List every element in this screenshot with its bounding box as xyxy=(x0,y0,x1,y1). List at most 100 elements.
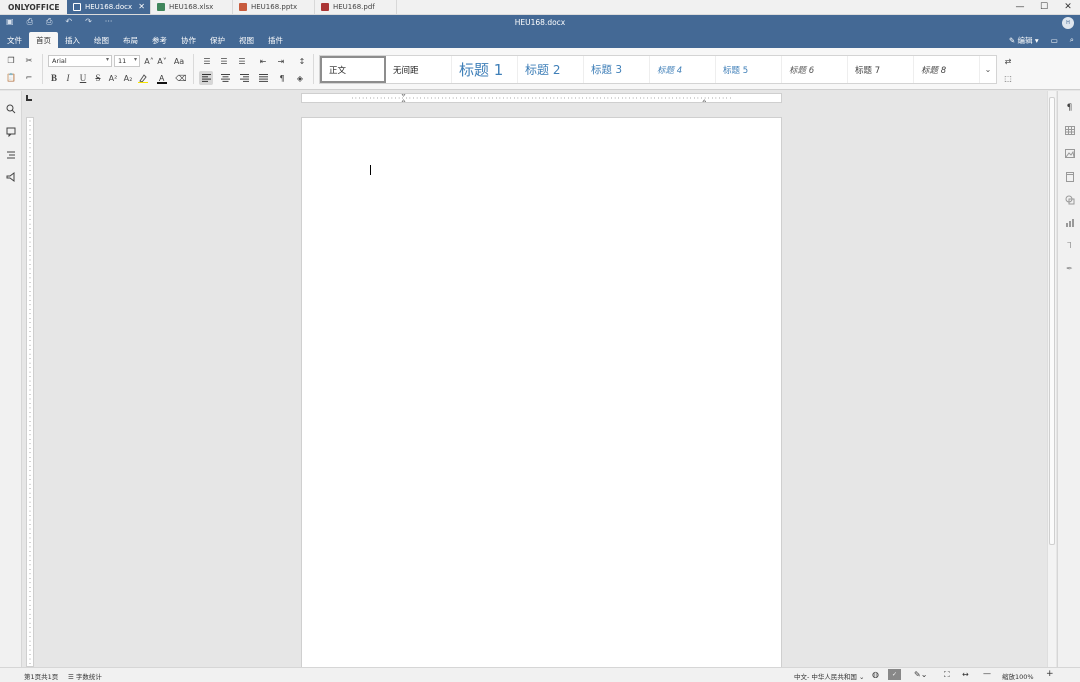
search-icon[interactable] xyxy=(5,103,17,115)
font-size-select[interactable]: 11 ▾ xyxy=(114,55,140,67)
style-heading-4[interactable]: 标题 4 xyxy=(650,56,716,83)
style-heading-8[interactable]: 标题 8 xyxy=(914,56,980,83)
bold-button[interactable]: B xyxy=(47,71,61,85)
style-heading-3[interactable]: 标题 3 xyxy=(584,56,650,83)
multilevel-list-icon[interactable]: ☰ xyxy=(235,54,249,68)
vertical-scrollbar[interactable] xyxy=(1047,91,1056,667)
select-all-icon[interactable]: ⬚ xyxy=(1001,71,1015,85)
line-spacing-icon[interactable]: ↕ xyxy=(295,54,309,68)
decrease-indent-icon[interactable]: ⇤ xyxy=(256,54,270,68)
horizontal-ruler[interactable] xyxy=(301,93,782,103)
image-settings-icon[interactable] xyxy=(1064,148,1075,159)
close-window-icon[interactable]: ✕ xyxy=(1056,2,1080,12)
comments-icon[interactable] xyxy=(5,126,17,138)
header-footer-icon[interactable] xyxy=(1064,171,1075,182)
spellcheck-icon[interactable]: ✓ xyxy=(888,669,901,680)
right-indent-marker[interactable] xyxy=(702,99,707,102)
shape-settings-icon[interactable] xyxy=(1064,194,1075,205)
copy-icon[interactable]: ❐ xyxy=(4,53,18,67)
style-heading-5[interactable]: 标题 5 xyxy=(716,56,782,83)
menu-home[interactable]: 首页 xyxy=(29,32,58,48)
chevron-down-icon[interactable]: ⌄ xyxy=(980,56,996,83)
clear-format-icon[interactable]: ⌫ xyxy=(174,71,188,85)
menu-plugins[interactable]: 插件 xyxy=(261,32,290,48)
font-color-icon[interactable]: A xyxy=(155,71,169,85)
paragraph-settings-icon[interactable]: ¶ xyxy=(1064,102,1075,113)
menu-layout[interactable]: 布局 xyxy=(116,32,145,48)
close-tab-icon[interactable]: ✕ xyxy=(138,2,145,11)
search-icon[interactable]: ⌕ xyxy=(1070,35,1074,45)
increase-indent-icon[interactable]: ⇥ xyxy=(274,54,288,68)
font-name-select[interactable]: Arial ▾ xyxy=(48,55,112,67)
strikethrough-button[interactable]: S xyxy=(91,71,105,85)
menu-draw[interactable]: 绘图 xyxy=(87,32,116,48)
superscript-button[interactable]: A² xyxy=(106,71,120,85)
signature-icon[interactable]: ✒ xyxy=(1064,263,1075,274)
globe-icon[interactable]: ◍ xyxy=(872,670,879,679)
edit-mode-button[interactable]: ✎ 编辑 ▾ xyxy=(1009,35,1039,46)
menu-insert[interactable]: 插入 xyxy=(58,32,87,48)
italic-button[interactable]: I xyxy=(61,71,75,85)
shading-icon[interactable]: ◈ xyxy=(293,71,307,85)
align-right-icon[interactable] xyxy=(237,71,251,85)
menu-collaboration[interactable]: 协作 xyxy=(174,32,203,48)
align-center-icon[interactable] xyxy=(218,71,232,85)
text-art-icon[interactable]: Ꞁ xyxy=(1064,240,1075,251)
menu-view[interactable]: 视图 xyxy=(232,32,261,48)
style-heading-6[interactable]: 标题 6 xyxy=(782,56,848,83)
tab-xlsx[interactable]: HEU168.xlsx xyxy=(151,0,233,14)
page-count[interactable]: 第1页共1页 xyxy=(24,671,58,681)
tab-label: HEU168.pptx xyxy=(251,3,298,11)
bullet-list-icon[interactable]: ☰ xyxy=(200,54,214,68)
numbered-list-icon[interactable]: ☰ xyxy=(217,54,231,68)
first-line-indent-marker[interactable] xyxy=(401,94,406,97)
tab-docx[interactable]: HEU168.docx ✕ xyxy=(67,0,151,14)
vertical-ruler[interactable] xyxy=(22,91,36,667)
highlight-color-icon[interactable] xyxy=(136,71,150,85)
zoom-out-icon[interactable]: — xyxy=(983,669,991,678)
fit-page-icon[interactable]: ⛶ xyxy=(944,670,950,680)
style-no-spacing[interactable]: 无间距 xyxy=(386,56,452,83)
tab-pptx[interactable]: HEU168.pptx xyxy=(233,0,315,14)
language-select[interactable]: 中文- 中华人民共和国 ⌄ xyxy=(794,671,864,681)
chart-settings-icon[interactable] xyxy=(1064,217,1075,228)
zoom-in-icon[interactable]: + xyxy=(1046,669,1054,679)
paste-icon[interactable]: 📋 xyxy=(4,70,18,84)
increase-font-button[interactable]: A˄ xyxy=(142,54,156,68)
tab-pdf[interactable]: HEU168.pdf xyxy=(315,0,397,14)
tab-stop-icon[interactable] xyxy=(26,95,32,101)
left-indent-marker[interactable] xyxy=(401,99,406,102)
style-heading-2[interactable]: 标题 2 xyxy=(518,56,584,83)
navigation-icon[interactable] xyxy=(5,149,17,161)
zoom-level[interactable]: 缩放100% xyxy=(1002,671,1034,681)
maximize-icon[interactable]: ☐ xyxy=(1032,2,1056,12)
menu-protection[interactable]: 保护 xyxy=(203,32,232,48)
align-justify-icon[interactable] xyxy=(256,71,270,85)
replace-icon[interactable]: ⇄ xyxy=(1001,54,1015,68)
fit-width-icon[interactable]: ↔ xyxy=(962,670,969,679)
feedback-icon[interactable] xyxy=(5,171,17,183)
scrollbar-thumb[interactable] xyxy=(1049,97,1055,545)
word-count-button[interactable]: ☰ 字数统计 xyxy=(68,671,102,681)
minimize-icon[interactable]: — xyxy=(1008,2,1032,12)
open-location-icon[interactable]: ▭ xyxy=(1051,36,1058,45)
menu-file[interactable]: 文件 xyxy=(0,32,29,48)
vertical-ruler-scale xyxy=(26,117,34,667)
paragraph-marks-icon[interactable]: ¶ xyxy=(275,71,289,85)
cut-icon[interactable]: ✂ xyxy=(22,53,36,67)
table-settings-icon[interactable] xyxy=(1064,125,1075,136)
decrease-font-button[interactable]: A˅ xyxy=(155,54,169,68)
menu-references[interactable]: 参考 xyxy=(145,32,174,48)
track-changes-icon[interactable]: ✎⌄ xyxy=(914,670,927,679)
style-heading-7[interactable]: 标题 7 xyxy=(848,56,914,83)
format-painter-icon[interactable]: ⌐ xyxy=(22,70,36,84)
document-page[interactable] xyxy=(301,117,782,669)
change-case-button[interactable]: Aa xyxy=(170,54,188,68)
style-heading-1[interactable]: 标题 1 xyxy=(452,56,518,83)
style-normal[interactable]: 正文 xyxy=(320,56,386,83)
text-cursor xyxy=(370,165,371,175)
subscript-button[interactable]: A₂ xyxy=(121,71,135,85)
avatar[interactable]: H xyxy=(1062,17,1074,29)
align-left-icon[interactable] xyxy=(199,71,213,85)
underline-button[interactable]: U xyxy=(76,71,90,85)
